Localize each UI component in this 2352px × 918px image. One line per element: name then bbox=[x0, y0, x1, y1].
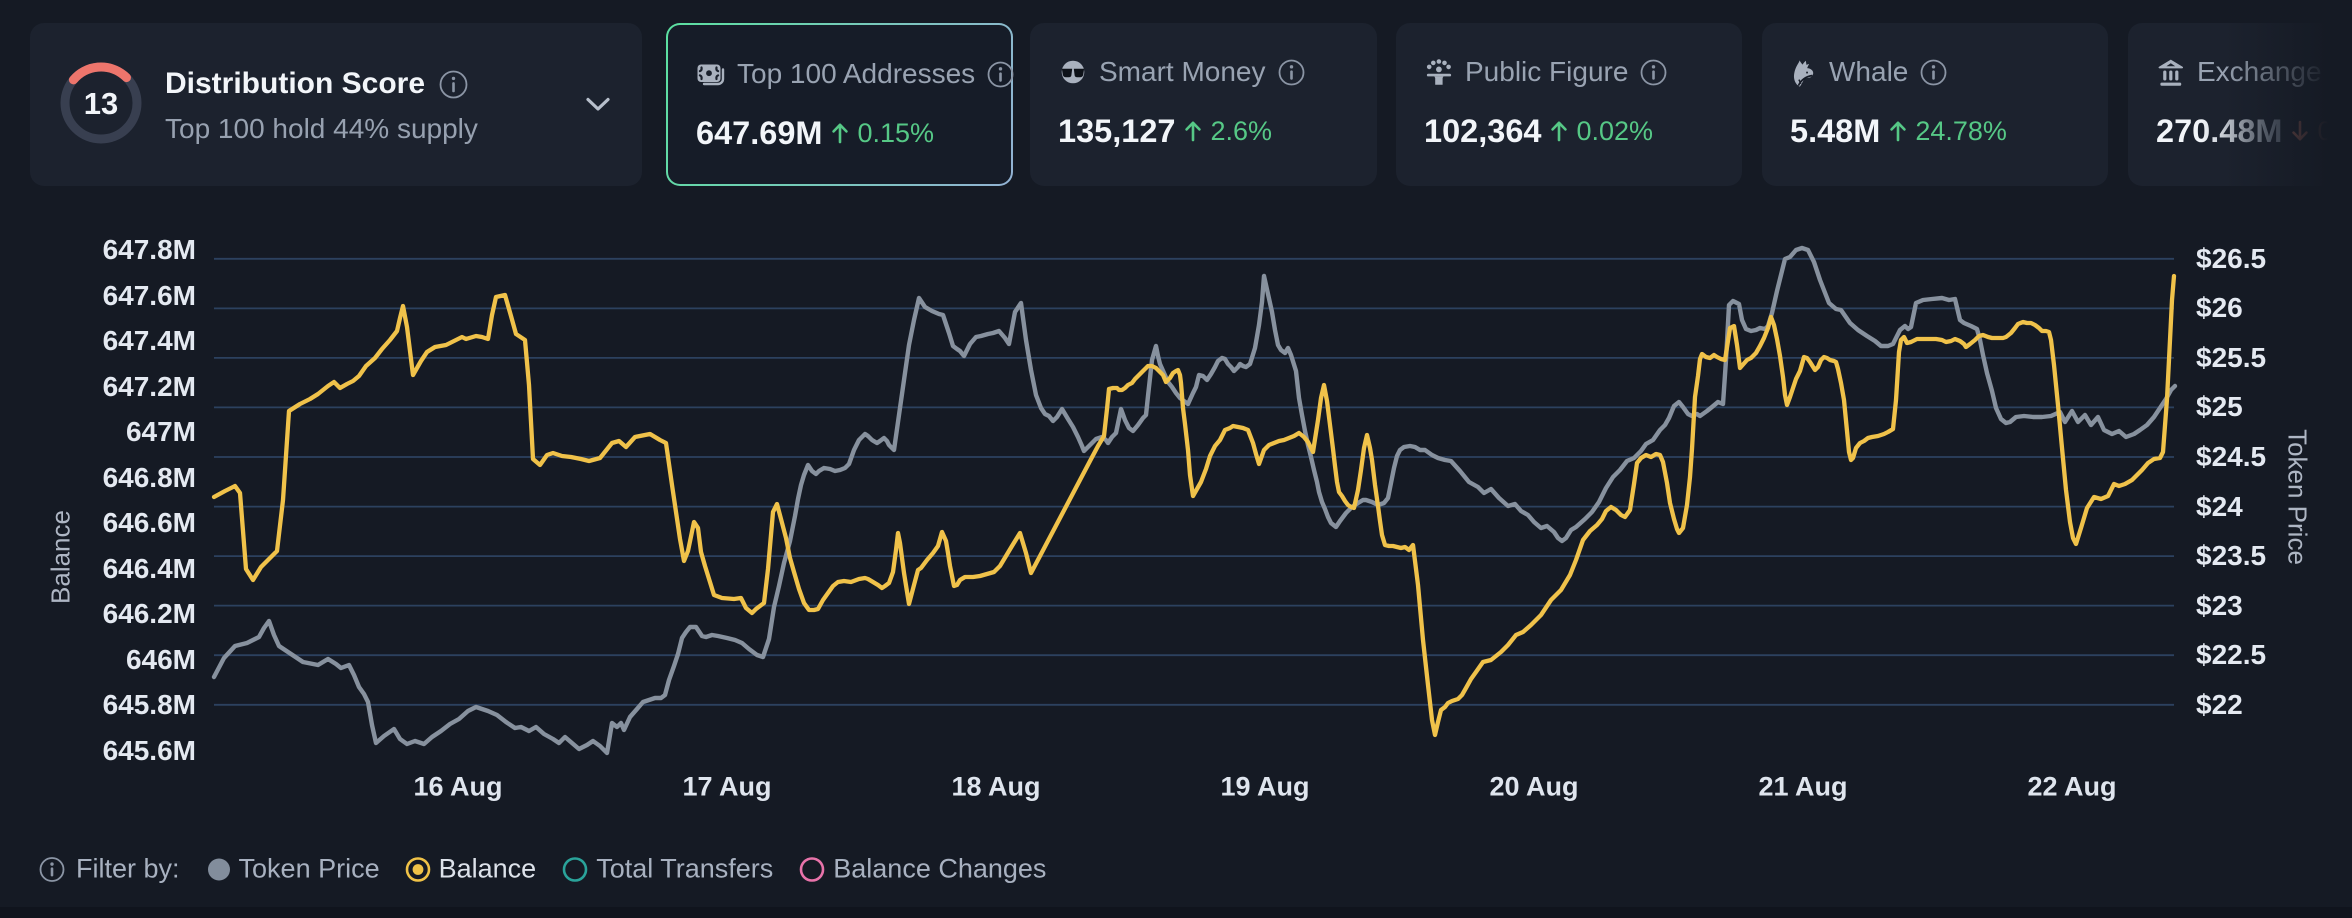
svg-text:13: 13 bbox=[84, 86, 118, 121]
